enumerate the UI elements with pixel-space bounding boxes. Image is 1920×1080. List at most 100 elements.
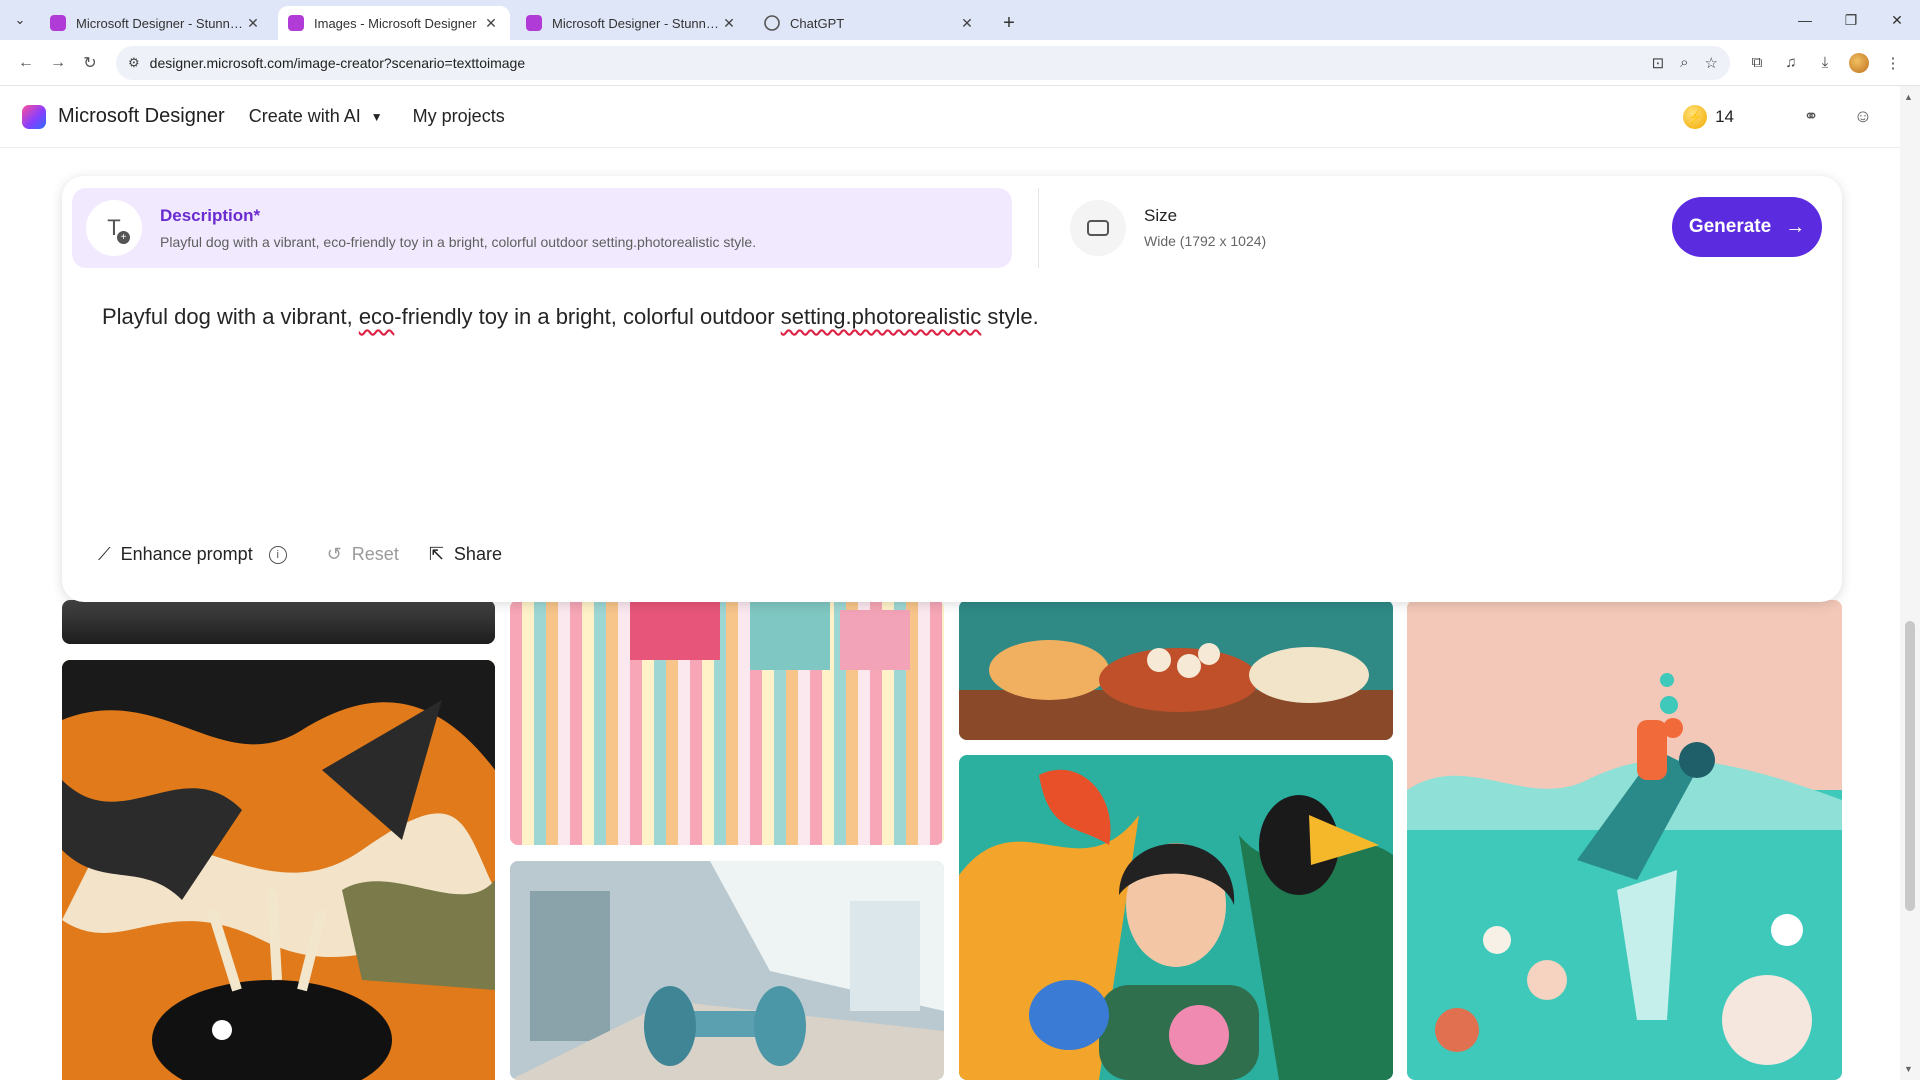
size-title[interactable]: Size [1144, 206, 1177, 226]
forward-icon[interactable]: → [42, 47, 74, 79]
downloads-icon[interactable]: ⤓ [1808, 46, 1842, 80]
browser-tab-strip: ⌄ Microsoft Designer - Stunning designs … [0, 0, 1920, 40]
new-tab-button[interactable]: + [992, 6, 1026, 40]
tab-close-icon[interactable]: ✕ [482, 15, 500, 32]
share-button[interactable]: ⇱ Share [429, 544, 502, 565]
scroll-up-icon[interactable]: ▲ [1904, 92, 1913, 102]
magic-wand-icon: ⟋ [98, 544, 111, 564]
enhance-prompt-button[interactable]: ⟋ Enhance prompt [98, 544, 253, 565]
tab-title: Images - Microsoft Designer [314, 15, 477, 31]
browser-tab[interactable]: Microsoft Designer - Stunning designs in… [40, 6, 272, 40]
scrollbar-thumb[interactable] [1905, 621, 1915, 911]
address-bar[interactable]: ⚙ designer.microsoft.com/image-creator?s… [116, 45, 1730, 80]
gallery-image-gym-dumbbell[interactable] [510, 861, 944, 1080]
designer-favicon-icon [50, 15, 66, 31]
gallery-image-abstract-cauldron[interactable] [62, 660, 495, 1080]
prompt-actions: ⟋ Enhance prompt i ↺ Reset ⇱ Share [98, 544, 532, 565]
brand-name[interactable]: Microsoft Designer [58, 105, 225, 128]
credits-count[interactable]: 14 [1715, 107, 1734, 127]
credits-coin-icon: ⚡ [1683, 104, 1708, 129]
prompt-misspelled-word: eco [358, 304, 395, 329]
site-info-icon[interactable]: ⚙ [128, 55, 140, 71]
gallery-image-dumplings[interactable] [959, 600, 1393, 740]
tab-title: Microsoft Designer - Stunning designs in… [552, 15, 720, 31]
minimize-icon[interactable]: — [1782, 0, 1828, 40]
enhance-prompt-label: Enhance prompt [120, 544, 253, 564]
app-header: Microsoft Designer Create with AI ▼ My p… [0, 86, 1900, 148]
zoom-icon[interactable]: ⌕ [1680, 54, 1688, 71]
chevron-down-icon: ▼ [370, 109, 383, 124]
reload-icon[interactable]: ↻ [74, 47, 106, 79]
description-panel[interactable]: T + Description* Playful dog with a vibra… [72, 188, 1012, 268]
designer-favicon-icon [526, 15, 542, 31]
tab-title: ChatGPT [790, 15, 845, 31]
scroll-down-icon[interactable]: ▼ [1904, 1064, 1913, 1074]
gallery-image-gift-boxes[interactable] [510, 600, 944, 845]
close-window-icon[interactable]: ✕ [1874, 0, 1920, 40]
gallery-image-woman-toucans[interactable] [959, 755, 1393, 1080]
designer-logo-icon[interactable] [22, 104, 46, 129]
create-with-ai-label: Create with AI [248, 106, 361, 126]
my-projects-link[interactable]: My projects [413, 106, 505, 127]
gallery-image-diver[interactable] [1407, 600, 1842, 1080]
size-value[interactable]: Wide (1792 x 1024) [1144, 233, 1266, 249]
tab-close-icon[interactable]: ✕ [958, 15, 976, 32]
install-app-icon[interactable]: ⊡ [1652, 54, 1665, 72]
browser-toolbar: ← → ↻ ⚙ designer.microsoft.com/image-cre… [0, 40, 1920, 86]
back-icon[interactable]: ← [10, 47, 42, 79]
diver-underwater-art [1407, 600, 1842, 1080]
window-controls: — ❐ ✕ [1782, 0, 1920, 40]
page-scrollbar[interactable]: ▲ ▼ [1900, 86, 1920, 1080]
aspect-ratio-icon [1087, 220, 1109, 236]
description-summary: Playful dog with a vibrant, eco-friendly… [160, 234, 757, 250]
gift-stripes-art [510, 600, 944, 845]
profile-icon[interactable] [1842, 46, 1876, 80]
image-gallery [62, 600, 1842, 1080]
reset-icon: ↺ [326, 544, 342, 564]
url-text[interactable]: designer.microsoft.com/image-creator?sce… [150, 55, 1636, 71]
description-title: Description* [160, 206, 261, 225]
reset-button[interactable]: ↺ Reset [327, 544, 399, 565]
prompt-card: T + Description* Playful dog with a vibra… [62, 176, 1842, 602]
header-actions: ⚡ 14 ⚭ ☺ [1683, 102, 1878, 132]
woman-toucans-art [959, 755, 1393, 1080]
restore-icon[interactable]: ❐ [1828, 0, 1874, 40]
arrow-right-icon: → [1785, 215, 1806, 238]
generate-button[interactable]: Generate → [1672, 197, 1822, 257]
share-label: Share [453, 544, 502, 564]
prompt-misspelled-word: setting.photorealistic [780, 304, 982, 329]
browser-menu-icon[interactable]: ⋮ [1876, 46, 1910, 80]
share-icon: ⇱ [428, 544, 444, 564]
tab-title: Microsoft Designer - Stunning designs in… [76, 15, 244, 31]
abstract-cauldron-art [62, 660, 495, 1080]
plus-icon: + [117, 231, 130, 244]
prompt-text-part: style. [981, 304, 1039, 329]
prompt-textarea[interactable]: Playful dog with a vibrant, eco-friendly… [102, 304, 1802, 330]
create-with-ai-menu[interactable]: Create with AI ▼ [249, 106, 383, 127]
card-divider [1038, 188, 1039, 268]
gallery-image-dark[interactable] [62, 600, 495, 644]
chatgpt-favicon-icon [764, 15, 780, 31]
gym-dumbbell-art [510, 861, 944, 1080]
size-icon[interactable] [1070, 200, 1126, 256]
browser-tab[interactable]: Microsoft Designer - Stunning designs in… [516, 6, 748, 40]
bookmark-star-icon[interactable]: ☆ [1705, 54, 1718, 72]
media-controls-icon[interactable]: ♫ [1774, 46, 1808, 80]
reset-label: Reset [351, 544, 399, 564]
browser-tab-active[interactable]: Images - Microsoft Designer ✕ [278, 6, 510, 40]
prompt-text-part: Playful dog with a vibrant, [102, 304, 359, 329]
browser-tab[interactable]: ChatGPT ✕ [754, 6, 986, 40]
dumplings-art [959, 600, 1393, 740]
prompt-text-part: -friendly toy in a bright, colorful outd… [394, 304, 781, 329]
info-icon[interactable]: i [268, 545, 287, 564]
account-icon[interactable]: ☺ [1848, 102, 1878, 132]
extensions-icon[interactable]: ⧉ [1740, 46, 1774, 80]
designer-favicon-icon [288, 15, 304, 31]
tab-search-icon[interactable]: ⌄ [0, 0, 40, 40]
tab-close-icon[interactable]: ✕ [244, 15, 262, 32]
generate-label: Generate [1688, 216, 1772, 237]
share-app-icon[interactable]: ⚭ [1796, 102, 1826, 132]
tab-close-icon[interactable]: ✕ [720, 15, 738, 32]
profile-avatar [1849, 52, 1869, 73]
text-add-icon: T + [86, 200, 142, 256]
